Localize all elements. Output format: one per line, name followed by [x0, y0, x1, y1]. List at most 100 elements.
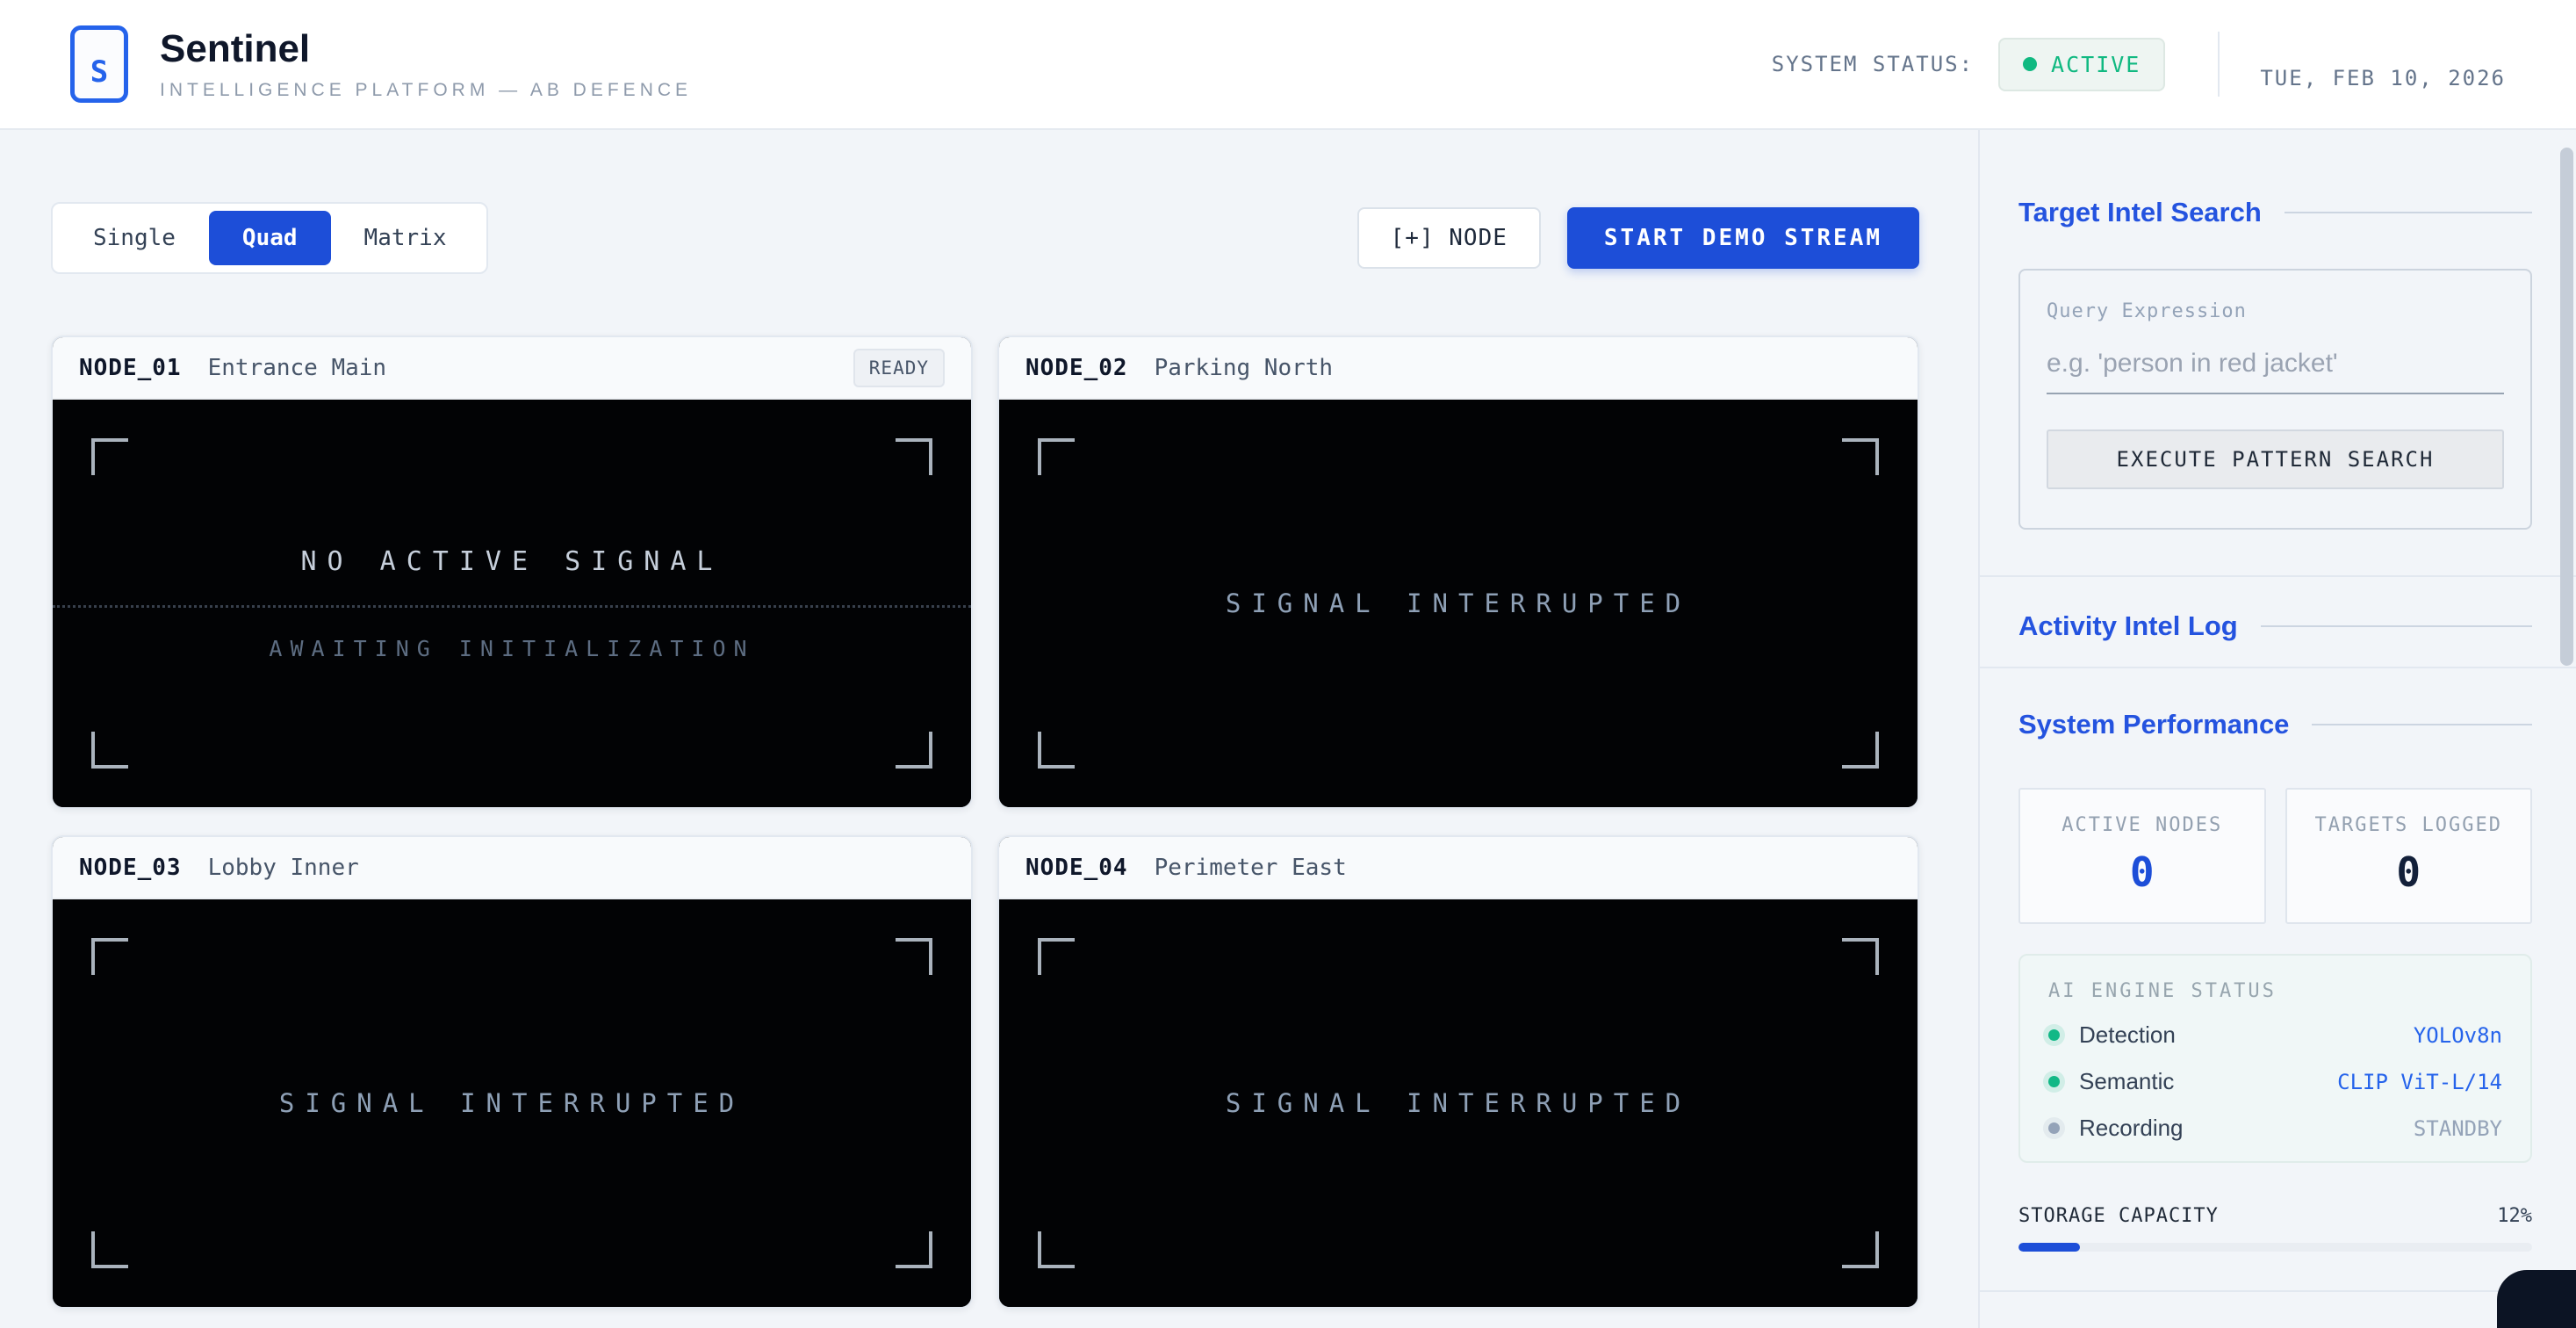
intel-log-section-heading: Activity Intel Log [2018, 610, 2532, 642]
node-status-badge: READY [853, 349, 945, 387]
stat-active-nodes: ACTIVE NODES 0 [2018, 788, 2266, 924]
controls-right: [+] NODE START DEMO STREAM [1357, 207, 1919, 269]
content-area: Single Quad Matrix [+] NODE START DEMO S… [0, 130, 1978, 1328]
engine-row-detection: Detection YOLOv8n [2048, 1021, 2502, 1049]
node-card-header: NODE_03 Lobby Inner [53, 837, 971, 899]
app-header: S Sentinel INTELLIGENCE PLATFORM — AB DE… [0, 0, 2576, 130]
node-id: NODE_02 [1025, 355, 1128, 381]
app-title: Sentinel [160, 27, 692, 71]
signal-message-stack: SIGNAL INTERRUPTED [53, 899, 971, 1307]
engine-row-recording: Recording STANDBY [2048, 1115, 2502, 1142]
status-dot-icon [2023, 57, 2037, 71]
storage-capacity-fill [2018, 1243, 2080, 1252]
video-viewport[interactable]: SIGNAL INTERRUPTED [999, 400, 1918, 807]
execute-pattern-search-button[interactable]: EXECUTE PATTERN SEARCH [2047, 429, 2504, 489]
stat-value: 0 [2287, 848, 2531, 896]
node-card-03: NODE_03 Lobby Inner SIGNAL INTERRUPTED [51, 835, 973, 1309]
storage-capacity-bar [2018, 1243, 2532, 1252]
section-divider [1980, 667, 2576, 668]
engine-name: Semantic [2079, 1068, 2174, 1095]
storage-capacity-label: STORAGE CAPACITY [2018, 1205, 2219, 1227]
header-status-area: SYSTEM STATUS: ACTIVE TUE, FEB 10, 2026 [1772, 32, 2506, 97]
current-date: TUE, FEB 10, 2026 [2260, 66, 2506, 90]
engine-value: CLIP ViT-L/14 [2337, 1070, 2502, 1094]
node-id: NODE_03 [79, 855, 182, 881]
search-section-heading: Target Intel Search [2018, 197, 2532, 228]
video-viewport[interactable]: NO ACTIVE SIGNAL AWAITING INITIALIZATION [53, 400, 971, 807]
node-id: NODE_04 [1025, 855, 1128, 881]
engine-name: Recording [2079, 1115, 2184, 1142]
signal-divider [53, 605, 971, 608]
logo-letter: S [90, 54, 108, 90]
section-divider [1980, 1290, 2576, 1292]
node-card-header: NODE_04 Perimeter East [999, 837, 1918, 899]
view-mode-quad[interactable]: Quad [209, 211, 331, 265]
view-mode-single[interactable]: Single [60, 211, 209, 265]
storage-capacity-value: 12% [2497, 1205, 2532, 1227]
video-viewport[interactable]: SIGNAL INTERRUPTED [53, 899, 971, 1307]
corner-widget[interactable] [2497, 1270, 2576, 1328]
sidebar: Target Intel Search Query Expression EXE… [1978, 130, 2576, 1328]
brand-block: Sentinel INTELLIGENCE PLATFORM — AB DEFE… [160, 27, 692, 101]
node-card-header: NODE_01 Entrance Main READY [53, 337, 971, 400]
app-logo: S [70, 25, 128, 103]
system-status-value: ACTIVE [2051, 52, 2141, 77]
main-layout: Single Quad Matrix [+] NODE START DEMO S… [0, 130, 2576, 1328]
signal-secondary-text: AWAITING INITIALIZATION [269, 636, 754, 661]
node-name: Parking North [1155, 355, 1334, 381]
storage-capacity-row: STORAGE CAPACITY 12% [2018, 1205, 2532, 1227]
heading-rule [2285, 212, 2532, 213]
heading-rule [2261, 625, 2532, 627]
signal-primary-text: NO ACTIVE SIGNAL [301, 546, 723, 577]
node-card-02: NODE_02 Parking North SIGNAL INTERRUPTED [997, 336, 1919, 809]
app-subtitle: INTELLIGENCE PLATFORM — AB DEFENCE [160, 80, 692, 101]
node-grid: NODE_01 Entrance Main READY NO ACTIVE SI… [51, 336, 1919, 1309]
view-mode-toggle: Single Quad Matrix [51, 202, 488, 274]
stat-value: 0 [2020, 848, 2264, 896]
node-card-01: NODE_01 Entrance Main READY NO ACTIVE SI… [51, 336, 973, 809]
node-card-header: NODE_02 Parking North [999, 337, 1918, 400]
header-divider [2218, 32, 2220, 97]
signal-primary-text: SIGNAL INTERRUPTED [1226, 1088, 1691, 1118]
sidebar-scrollbar[interactable] [2560, 148, 2573, 666]
query-expression-input[interactable] [2047, 343, 2504, 394]
node-name: Entrance Main [208, 355, 387, 381]
status-dot-icon [2048, 1122, 2060, 1134]
stat-label: TARGETS LOGGED [2287, 814, 2531, 836]
signal-message-stack: NO ACTIVE SIGNAL AWAITING INITIALIZATION [53, 400, 971, 807]
system-status-badge: ACTIVE [1998, 38, 2165, 91]
performance-section-heading: System Performance [2018, 709, 2532, 740]
search-heading-text: Target Intel Search [2018, 197, 2262, 228]
signal-message-stack: SIGNAL INTERRUPTED [999, 899, 1918, 1307]
signal-message-stack: SIGNAL INTERRUPTED [999, 400, 1918, 807]
signal-primary-text: SIGNAL INTERRUPTED [1226, 588, 1691, 618]
ai-engine-status-label: AI ENGINE STATUS [2048, 980, 2502, 1002]
add-node-button[interactable]: [+] NODE [1357, 207, 1541, 269]
performance-stats: ACTIVE NODES 0 TARGETS LOGGED 0 [2018, 788, 2532, 924]
system-status-label: SYSTEM STATUS: [1772, 52, 1974, 76]
status-dot-icon [2048, 1029, 2060, 1041]
heading-rule [2312, 724, 2532, 725]
stat-label: ACTIVE NODES [2020, 814, 2264, 836]
engine-value: STANDBY [2414, 1116, 2502, 1141]
engine-name: Detection [2079, 1021, 2176, 1049]
intel-log-heading-text: Activity Intel Log [2018, 610, 2238, 642]
node-id: NODE_01 [79, 355, 182, 381]
ai-engine-status-card: AI ENGINE STATUS Detection YOLOv8n Seman… [2018, 954, 2532, 1163]
node-card-04: NODE_04 Perimeter East SIGNAL INTERRUPTE… [997, 835, 1919, 1309]
section-divider [1980, 575, 2576, 577]
stat-targets-logged: TARGETS LOGGED 0 [2285, 788, 2533, 924]
start-demo-stream-button[interactable]: START DEMO STREAM [1567, 207, 1919, 269]
engine-value: YOLOv8n [2414, 1023, 2502, 1048]
signal-primary-text: SIGNAL INTERRUPTED [279, 1088, 745, 1118]
node-name: Lobby Inner [208, 855, 359, 881]
performance-heading-text: System Performance [2018, 709, 2289, 740]
search-card: Query Expression EXECUTE PATTERN SEARCH [2018, 269, 2532, 530]
query-expression-label: Query Expression [2047, 300, 2504, 322]
status-dot-icon [2048, 1076, 2060, 1087]
controls-row: Single Quad Matrix [+] NODE START DEMO S… [51, 202, 1919, 274]
engine-row-semantic: Semantic CLIP ViT-L/14 [2048, 1068, 2502, 1095]
video-viewport[interactable]: SIGNAL INTERRUPTED [999, 899, 1918, 1307]
view-mode-matrix[interactable]: Matrix [331, 211, 480, 265]
node-name: Perimeter East [1155, 855, 1347, 881]
